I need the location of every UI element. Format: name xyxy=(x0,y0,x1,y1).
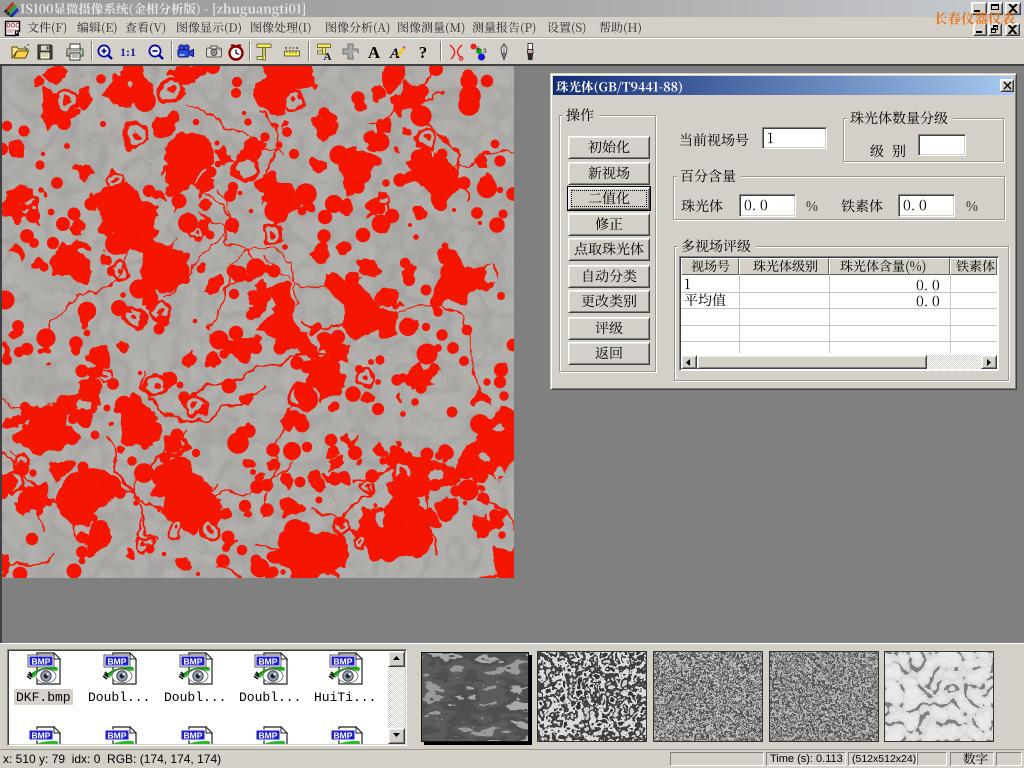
svg-text:BMP: BMP xyxy=(184,731,203,741)
svg-text:BMP: BMP xyxy=(108,731,127,741)
svg-text:1:1: 1:1 xyxy=(120,45,136,59)
svg-text:A: A xyxy=(324,51,332,62)
svg-text:BMP: BMP xyxy=(32,731,51,741)
svg-text:?: ? xyxy=(419,43,428,62)
svg-text:DOC: DOC xyxy=(6,24,20,30)
svg-text:BMP: BMP xyxy=(334,731,353,741)
svg-text:3: 3 xyxy=(483,48,487,55)
svg-text:A: A xyxy=(368,43,381,62)
svg-text:BMP: BMP xyxy=(259,731,278,741)
